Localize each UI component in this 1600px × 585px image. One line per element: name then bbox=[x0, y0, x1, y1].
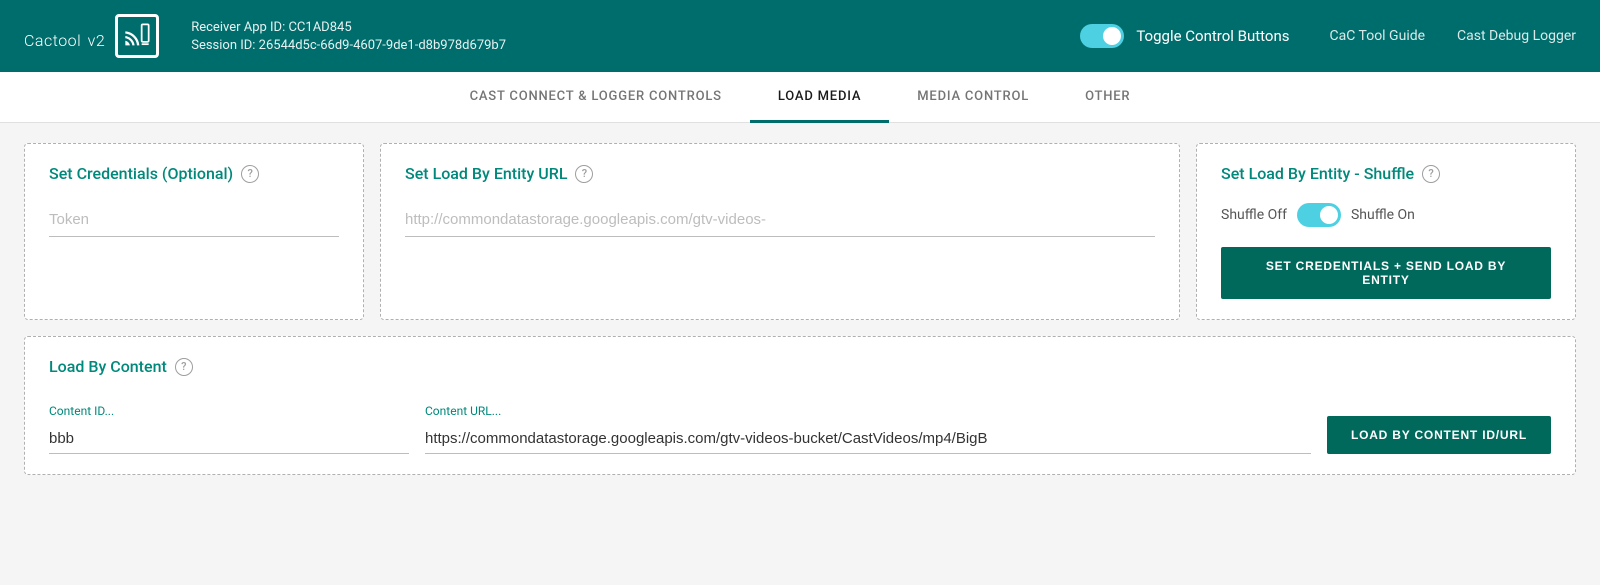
cast-svg-icon bbox=[123, 22, 151, 50]
load-content-help-icon[interactable]: ? bbox=[175, 358, 193, 376]
shuffle-off-label: Shuffle Off bbox=[1221, 207, 1287, 223]
tab-cast-connect[interactable]: CAST CONNECT & LOGGER CONTROLS bbox=[442, 73, 750, 123]
entity-url-card: Set Load By Entity URL ? bbox=[380, 143, 1180, 320]
header-nav: CaC Tool Guide Cast Debug Logger bbox=[1330, 28, 1577, 44]
cast-debug-logger-link[interactable]: Cast Debug Logger bbox=[1457, 28, 1576, 44]
tab-media-control[interactable]: MEDIA CONTROL bbox=[889, 73, 1057, 123]
top-cards-row: Set Credentials (Optional) ? Set Load By… bbox=[24, 143, 1576, 320]
app-header: Cactool v2 Receiver App ID: CC1AD845 Ses… bbox=[0, 0, 1600, 72]
entity-url-help-icon[interactable]: ? bbox=[575, 165, 593, 183]
logo-name: Cactool bbox=[24, 31, 81, 50]
content-id-sublabel: Content ID... bbox=[49, 404, 409, 418]
load-content-title-text: Load By Content bbox=[49, 357, 167, 376]
shuffle-toggle-row: Shuffle Off Shuffle On bbox=[1221, 203, 1551, 227]
entity-url-title-text: Set Load By Entity URL bbox=[405, 164, 567, 183]
logo-text: Cactool v2 bbox=[24, 20, 105, 53]
toggle-control-buttons-switch[interactable] bbox=[1080, 24, 1124, 48]
cac-tool-guide-link[interactable]: CaC Tool Guide bbox=[1330, 28, 1426, 44]
credentials-card: Set Credentials (Optional) ? bbox=[24, 143, 364, 320]
entity-url-input[interactable] bbox=[405, 203, 1155, 237]
entity-url-card-title: Set Load By Entity URL ? bbox=[405, 164, 1155, 183]
credentials-help-icon[interactable]: ? bbox=[241, 165, 259, 183]
shuffle-toggle-switch[interactable] bbox=[1297, 203, 1341, 227]
load-content-card-title: Load By Content ? bbox=[49, 357, 1551, 376]
receiver-app-id: Receiver App ID: CC1AD845 bbox=[191, 20, 1080, 35]
tab-load-media[interactable]: LOAD MEDIA bbox=[750, 73, 889, 123]
logo-section: Cactool v2 bbox=[24, 14, 159, 58]
tab-bar: CAST CONNECT & LOGGER CONTROLS LOAD MEDI… bbox=[0, 72, 1600, 123]
load-content-card: Load By Content ? Content ID... Content … bbox=[24, 336, 1576, 475]
content-url-group: Content URL... bbox=[425, 404, 1311, 454]
content-id-input[interactable] bbox=[49, 424, 409, 454]
session-id: Session ID: 26544d5c-66d9-4607-9de1-d8b9… bbox=[191, 38, 1080, 53]
load-content-row: Content ID... Content URL... LOAD BY CON… bbox=[49, 404, 1551, 454]
shuffle-title-text: Set Load By Entity - Shuffle bbox=[1221, 164, 1414, 183]
content-url-sublabel: Content URL... bbox=[425, 404, 1311, 418]
content-url-input[interactable] bbox=[425, 424, 1311, 454]
shuffle-card: Set Load By Entity - Shuffle ? Shuffle O… bbox=[1196, 143, 1576, 320]
cast-icon bbox=[115, 14, 159, 58]
shuffle-help-icon[interactable]: ? bbox=[1422, 165, 1440, 183]
logo-version: v2 bbox=[83, 31, 105, 50]
set-credentials-send-load-button[interactable]: SET CREDENTIALS + SEND LOAD BY ENTITY bbox=[1221, 247, 1551, 299]
toggle-control-label: Toggle Control Buttons bbox=[1136, 27, 1289, 45]
tab-other[interactable]: OTHER bbox=[1057, 73, 1158, 123]
load-by-content-id-url-button[interactable]: LOAD BY CONTENT ID/URL bbox=[1327, 416, 1551, 454]
token-input[interactable] bbox=[49, 203, 339, 237]
shuffle-card-title: Set Load By Entity - Shuffle ? bbox=[1221, 164, 1551, 183]
credentials-card-title: Set Credentials (Optional) ? bbox=[49, 164, 339, 183]
credentials-title-text: Set Credentials (Optional) bbox=[49, 164, 233, 183]
shuffle-on-label: Shuffle On bbox=[1351, 207, 1415, 223]
toggle-control-section[interactable]: Toggle Control Buttons bbox=[1080, 24, 1289, 48]
header-info: Receiver App ID: CC1AD845 Session ID: 26… bbox=[191, 20, 1080, 53]
main-content: Set Credentials (Optional) ? Set Load By… bbox=[0, 123, 1600, 495]
content-id-group: Content ID... bbox=[49, 404, 409, 454]
